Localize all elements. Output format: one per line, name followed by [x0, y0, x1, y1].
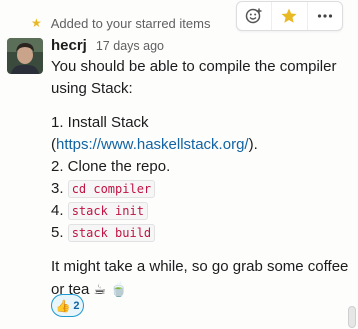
message-body: You should be able to compile the compil…: [51, 56, 351, 301]
add-reaction-button[interactable]: [237, 2, 273, 30]
haskellstack-link[interactable]: https://www.haskellstack.org/: [56, 136, 249, 153]
message-header: hecrj 17 days ago: [51, 37, 164, 54]
step-5-num: 5.: [51, 224, 64, 241]
author-name[interactable]: hecrj: [51, 37, 87, 54]
message-timestamp[interactable]: 17 days ago: [96, 39, 164, 53]
star-button[interactable]: [272, 2, 308, 30]
step-4-num: 4.: [51, 202, 64, 219]
more-icon: [317, 14, 332, 18]
step-2: 2. Clone the repo.: [51, 158, 171, 175]
message-actions-toolbar: [236, 1, 343, 31]
thumbs-up-icon: 👍: [55, 298, 71, 313]
starred-banner: ★ Added to your starred items: [31, 14, 210, 32]
step-1-text: 1. Install Stack: [51, 114, 149, 131]
add-reaction-icon: [245, 8, 262, 24]
star-icon: [281, 8, 297, 23]
step-3: 3. cd compiler: [51, 178, 351, 200]
step-1-paren-close: ).: [248, 136, 258, 153]
star-small-icon: ★: [31, 16, 42, 30]
step-3-code: cd compiler: [67, 180, 156, 198]
step-5-code: stack build: [67, 224, 156, 242]
step-4: 4. stack init: [51, 200, 351, 222]
outro-text: It might take a while, so go grab some c…: [51, 256, 351, 301]
intro-text: You should be able to compile the compil…: [51, 58, 337, 97]
step-3-num: 3.: [51, 180, 64, 197]
thumbs-up-reaction[interactable]: 👍 2: [51, 294, 84, 317]
step-5: 5. stack build: [51, 222, 351, 244]
avatar[interactable]: [7, 38, 43, 74]
more-actions-button[interactable]: [308, 2, 342, 30]
starred-text: Added to your starred items: [50, 15, 211, 31]
reaction-count: 2: [73, 299, 80, 312]
coffee-tea-emoji: ☕ 🍵: [93, 281, 128, 297]
step-4-code: stack init: [67, 202, 148, 220]
scrollbar[interactable]: [348, 306, 356, 328]
step-1: 1. Install Stack (https://www.haskellsta…: [51, 112, 351, 156]
